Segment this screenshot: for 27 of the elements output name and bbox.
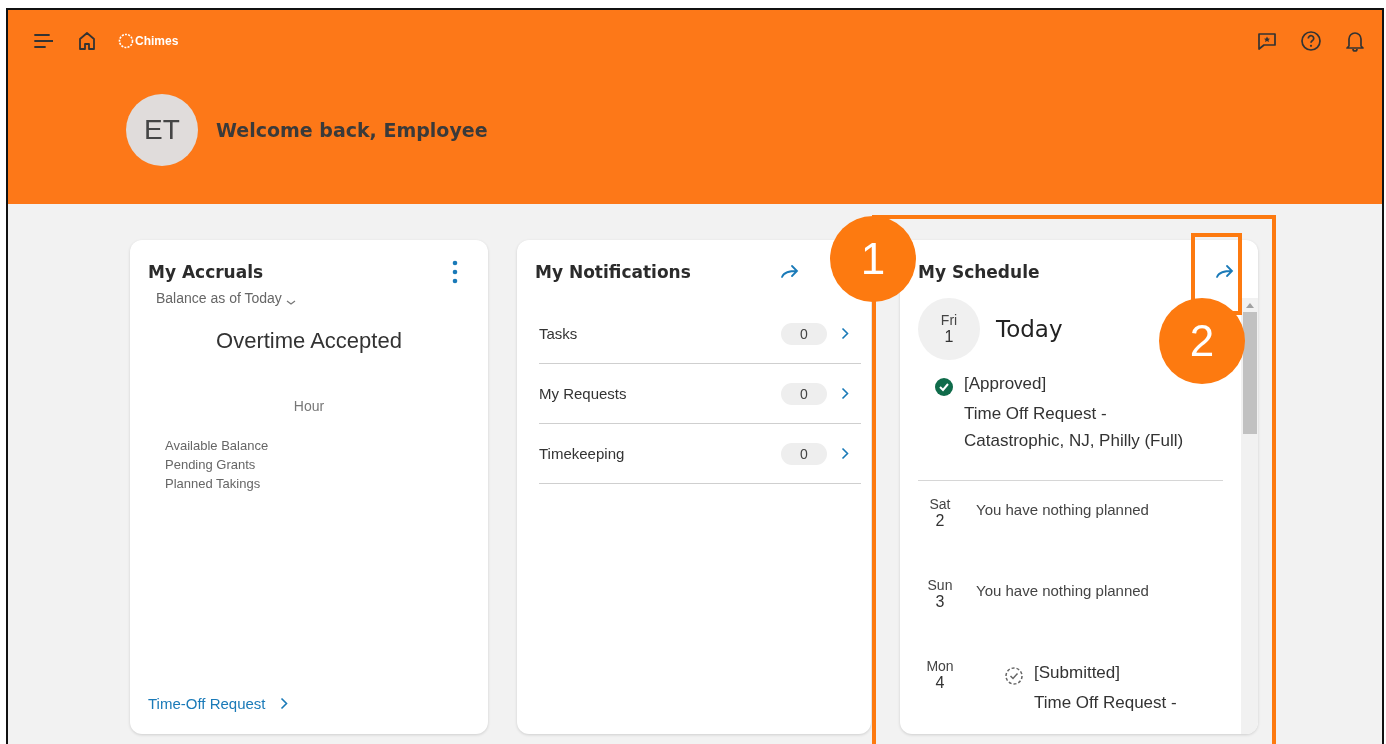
accrual-type: Overtime Accepted	[216, 328, 402, 354]
date-label: Sat 2	[928, 495, 952, 531]
notification-item[interactable]: Tasks 0	[539, 304, 861, 364]
empty-message: You have nothing planned	[976, 501, 1149, 518]
welcome-heading: Welcome back, Employee	[216, 119, 488, 141]
event-status: [Approved]	[964, 374, 1048, 394]
balance-label: Available Balance	[165, 438, 270, 453]
card-title: My Accruals	[148, 262, 264, 282]
notification-item[interactable]: Timekeeping 0	[539, 424, 861, 484]
notification-item[interactable]: My Requests 0	[539, 364, 861, 424]
balance-label: Planned Takings	[165, 476, 262, 491]
card-title: My Notifications	[535, 262, 691, 282]
event-text: Time Off Request - Catastrophic, NJ, Philly (Full)	[964, 403, 1185, 452]
time-off-request-link[interactable]: Time-Off Request	[148, 695, 288, 712]
date-label: Sun 3	[926, 576, 954, 612]
empty-message: You have nothing planned	[976, 582, 1149, 599]
day-heading: Today	[996, 316, 1063, 342]
balance-label: Pending Grants	[165, 457, 257, 472]
period-dropdown[interactable]: Balance as of Today	[156, 290, 296, 306]
event-status: [Submitted]	[1034, 663, 1121, 683]
avatar: ET	[126, 94, 198, 166]
date-label: Mon 4	[925, 657, 955, 693]
event-text: Time Off Request -	[1034, 692, 1178, 714]
logo-text: Chimes	[135, 34, 179, 48]
unit-label: Hour	[293, 398, 325, 414]
date-badge: Fri 1	[918, 298, 980, 360]
card-title: My Schedule	[918, 262, 1040, 282]
